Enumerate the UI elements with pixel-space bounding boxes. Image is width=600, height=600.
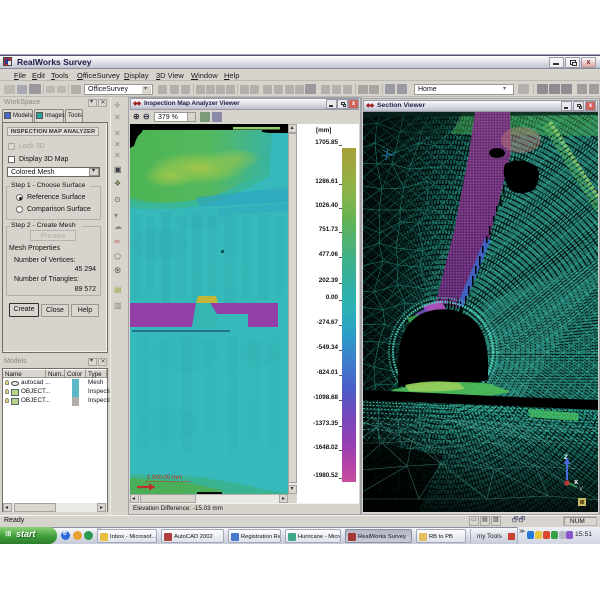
svg-text:1 000.00 mm: 1 000.00 mm bbox=[147, 475, 182, 481]
svg-text:Y: Y bbox=[579, 487, 583, 493]
